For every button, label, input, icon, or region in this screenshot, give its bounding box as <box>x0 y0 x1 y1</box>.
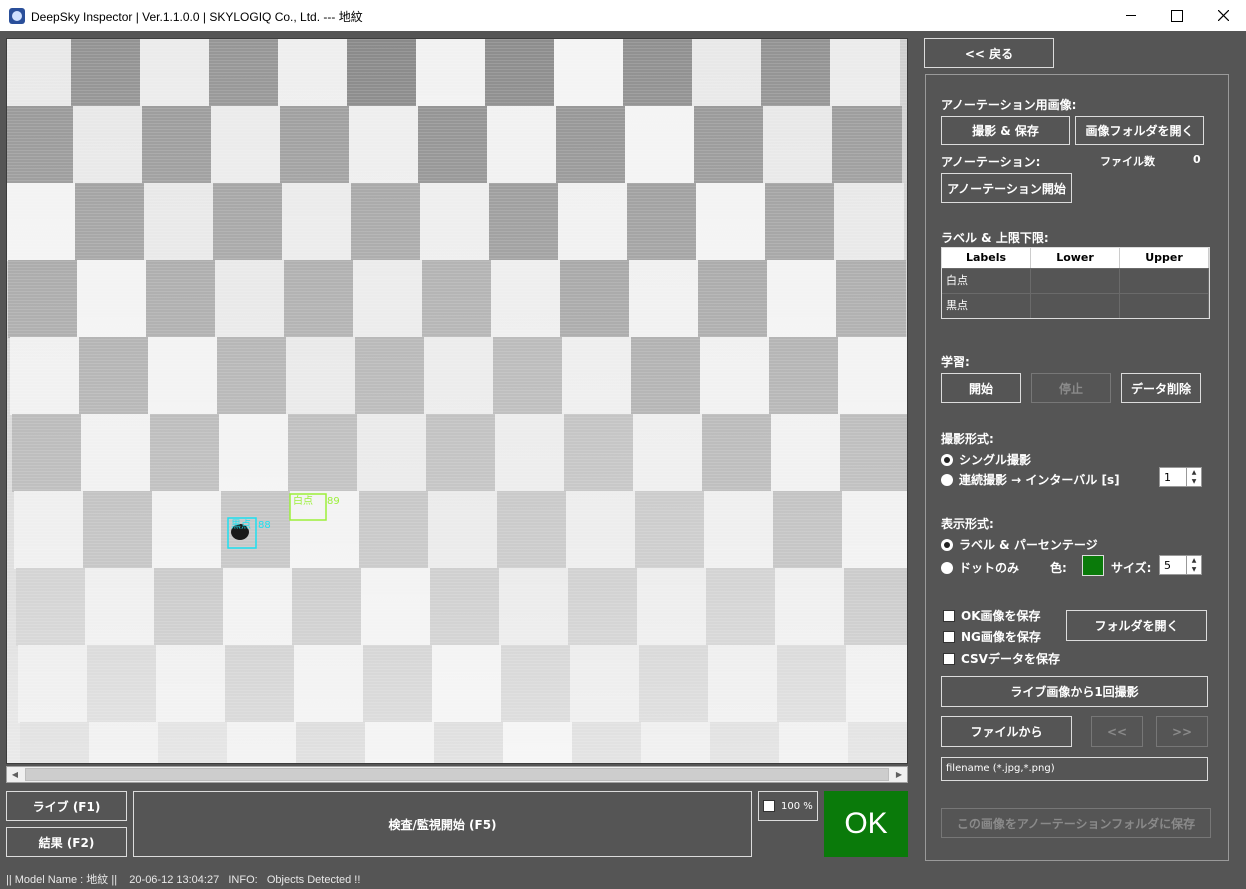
save-to-annotation-button[interactable]: この画像をアノーテーションフォルダに保存 <box>941 808 1211 838</box>
result-status-indicator: OK <box>824 791 908 857</box>
table-cell[interactable]: 黒点 <box>942 294 1031 318</box>
back-button[interactable]: << 戻る <box>924 38 1054 68</box>
checkbox-icon[interactable] <box>943 630 955 643</box>
capture-once-button[interactable]: ライブ画像から1回撮影 <box>941 676 1208 707</box>
table-cell[interactable] <box>1120 269 1209 293</box>
radio-selected-icon[interactable] <box>941 538 953 551</box>
next-button[interactable]: >> <box>1156 716 1208 747</box>
size-value: 5 <box>1164 559 1171 572</box>
label-percentage-label: ラベル & パーセンテージ <box>959 538 1098 552</box>
table-cell[interactable]: 白点 <box>942 269 1031 293</box>
detection-score: 89 <box>327 496 340 507</box>
save-csv-option[interactable]: CSVデータを保存 <box>943 650 1060 667</box>
file-count-label: ファイル数 <box>1100 155 1155 168</box>
stepper-up-icon[interactable]: ▲ <box>1192 469 1197 476</box>
result-button[interactable]: 結果 (F2) <box>6 827 127 857</box>
scroll-thumb[interactable] <box>25 768 889 781</box>
save-csv-label: CSVデータを保存 <box>961 652 1060 666</box>
close-button[interactable] <box>1200 0 1246 31</box>
continuous-capture-label: 連続撮影 → インターバル [s] <box>959 473 1120 487</box>
radio-icon[interactable] <box>941 473 953 486</box>
color-label: 色: <box>1050 561 1067 575</box>
annotation-image-label: アノーテーション用画像: <box>941 98 1077 112</box>
table-header: Labels Lower Upper <box>942 248 1209 268</box>
label-limits-table[interactable]: Labels Lower Upper 白点 黒点 <box>941 247 1210 319</box>
annotation-label: アノーテーション: <box>941 155 1041 169</box>
stepper-down-icon[interactable]: ▼ <box>1192 566 1197 573</box>
checkbox-icon[interactable] <box>943 609 955 622</box>
zoom-label: 100 % <box>781 800 813 812</box>
title-bar: DeepSky Inspector | Ver.1.1.0.0 | SKYLOG… <box>0 0 1246 31</box>
checkbox-icon[interactable] <box>943 652 955 665</box>
detection-score: 88 <box>258 520 271 531</box>
detection-label: 白点 <box>293 494 313 507</box>
save-ok-option[interactable]: OK画像を保存 <box>943 607 1041 624</box>
zoom-toggle[interactable]: 100 % <box>758 791 818 821</box>
horizontal-scrollbar[interactable]: ◀ ▶ <box>6 766 908 783</box>
delete-data-button[interactable]: データ削除 <box>1121 373 1201 403</box>
window-title: DeepSky Inspector | Ver.1.1.0.0 | SKYLOG… <box>31 10 363 24</box>
learning-label: 学習: <box>941 355 970 369</box>
table-header-cell: Labels <box>942 248 1031 268</box>
radio-icon[interactable] <box>941 561 953 574</box>
status-bar: || Model Name : 地紋 || 20-06-12 13:04:27 … <box>6 874 361 886</box>
save-ng-option[interactable]: NG画像を保存 <box>943 628 1041 645</box>
interval-value: 1 <box>1164 471 1171 484</box>
table-cell[interactable] <box>1120 294 1209 318</box>
label-percentage-option[interactable]: ラベル & パーセンテージ <box>941 536 1098 553</box>
stepper-up-icon[interactable]: ▲ <box>1192 557 1197 564</box>
live-button[interactable]: ライブ (F1) <box>6 791 127 821</box>
dots-only-option[interactable]: ドットのみ <box>941 559 1019 576</box>
open-folder-button[interactable]: フォルダを開く <box>1066 610 1207 641</box>
table-row[interactable]: 黒点 <box>942 293 1209 318</box>
app-icon <box>9 8 25 24</box>
open-image-folder-button[interactable]: 画像フォルダを開く <box>1075 116 1204 145</box>
maximize-button[interactable] <box>1154 0 1200 31</box>
save-ng-label: NG画像を保存 <box>961 630 1041 644</box>
dot-color-swatch[interactable] <box>1082 555 1104 576</box>
size-label: サイズ: <box>1111 561 1152 575</box>
save-ok-label: OK画像を保存 <box>961 609 1041 623</box>
table-header-cell: Lower <box>1031 248 1120 268</box>
table-cell[interactable] <box>1031 269 1120 293</box>
prev-button[interactable]: << <box>1091 716 1143 747</box>
table-header-cell: Upper <box>1120 248 1209 268</box>
learn-start-button[interactable]: 開始 <box>941 373 1021 403</box>
from-file-button[interactable]: ファイルから <box>941 716 1072 747</box>
label-limits-label: ラベル & 上限下限: <box>941 231 1049 245</box>
zoom-checkbox[interactable] <box>763 800 775 812</box>
interval-stepper[interactable]: 1 ▲ ▼ <box>1159 467 1202 487</box>
table-cell[interactable] <box>1031 294 1120 318</box>
file-count-value: 0 <box>1193 153 1201 166</box>
minimize-button[interactable] <box>1108 0 1154 31</box>
start-annotation-button[interactable]: アノーテーション開始 <box>941 173 1072 203</box>
detection-label: 黒点 <box>231 519 251 531</box>
table-row[interactable]: 白点 <box>942 268 1209 293</box>
scroll-left-icon[interactable]: ◀ <box>7 767 23 782</box>
radio-selected-icon[interactable] <box>941 453 953 466</box>
stepper-down-icon[interactable]: ▼ <box>1192 478 1197 485</box>
inspection-image: 黒点 88 白点 89 <box>7 39 907 763</box>
capture-mode-label: 撮影形式: <box>941 432 994 446</box>
size-stepper[interactable]: 5 ▲ ▼ <box>1159 555 1202 575</box>
scroll-right-icon[interactable]: ▶ <box>891 767 907 782</box>
capture-save-button[interactable]: 撮影 & 保存 <box>941 116 1070 145</box>
dots-only-label: ドットのみ <box>959 561 1020 575</box>
display-mode-label: 表示形式: <box>941 517 994 531</box>
inspect-start-button[interactable]: 検査/監視開始 (F5) <box>133 791 752 857</box>
filename-field[interactable]: filename (*.jpg,*.png) <box>941 757 1208 781</box>
single-capture-option[interactable]: シングル撮影 <box>941 451 1031 468</box>
learn-stop-button[interactable]: 停止 <box>1031 373 1111 403</box>
close-icon <box>1217 10 1229 21</box>
single-capture-label: シングル撮影 <box>959 453 1032 467</box>
continuous-capture-option[interactable]: 連続撮影 → インターバル [s] <box>941 471 1120 488</box>
image-viewer[interactable]: 黒点 88 白点 89 <box>6 38 908 764</box>
